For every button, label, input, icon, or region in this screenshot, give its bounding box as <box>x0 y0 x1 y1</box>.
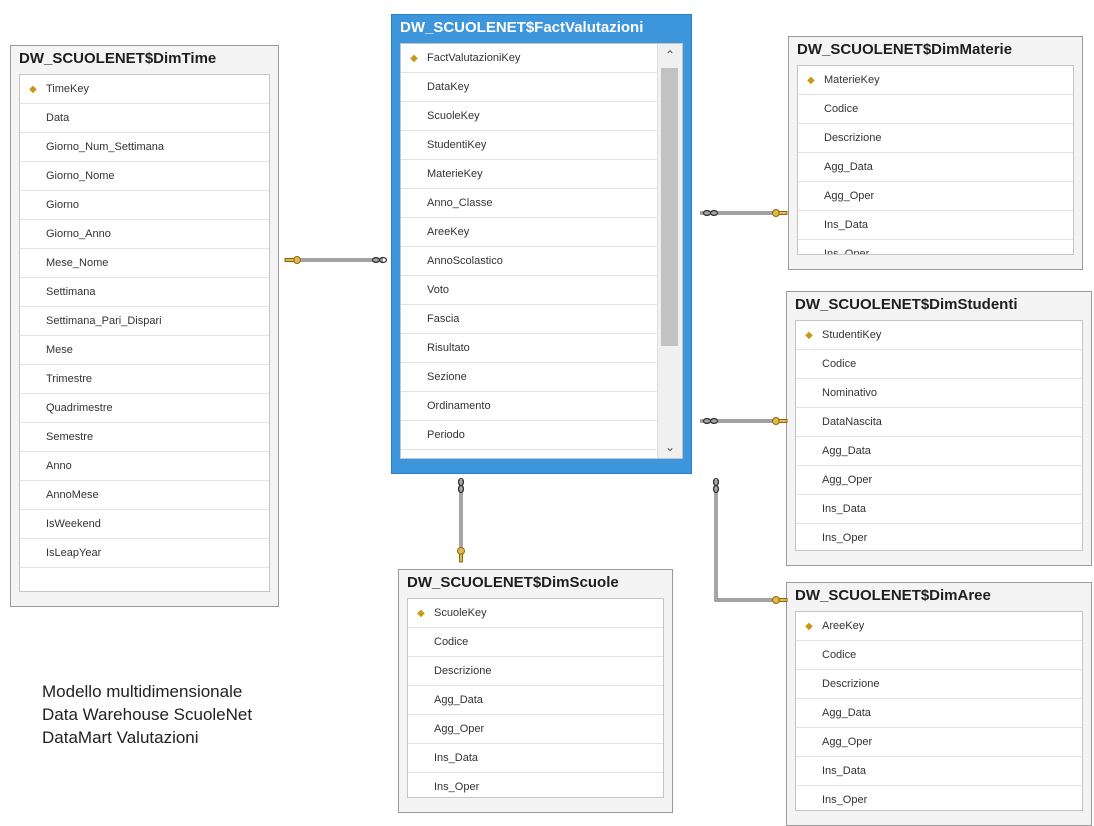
relationship-time-fact[interactable] <box>288 258 383 262</box>
infinity-icon <box>702 417 719 425</box>
connector-line <box>716 480 784 600</box>
relationship-fact-studenti[interactable] <box>700 419 784 423</box>
key-icon <box>772 417 788 425</box>
connector-line <box>714 480 784 602</box>
diagram-caption: Modello multidimensionale Data Warehouse… <box>42 680 252 749</box>
key-icon <box>772 596 788 604</box>
caption-line: Data Warehouse ScuoleNet <box>42 705 253 724</box>
infinity-icon <box>371 256 388 264</box>
infinity-icon <box>702 209 719 217</box>
key-icon <box>772 209 788 217</box>
infinity-icon <box>457 477 465 494</box>
caption-line: Modello multidimensionale <box>42 682 243 701</box>
key-icon <box>284 256 301 264</box>
infinity-icon <box>712 477 720 494</box>
relationship-fact-aree[interactable] <box>714 480 784 602</box>
key-icon <box>457 547 465 563</box>
relationship-fact-materie[interactable] <box>700 211 784 215</box>
caption-line: DataMart Valutazioni <box>42 728 199 747</box>
